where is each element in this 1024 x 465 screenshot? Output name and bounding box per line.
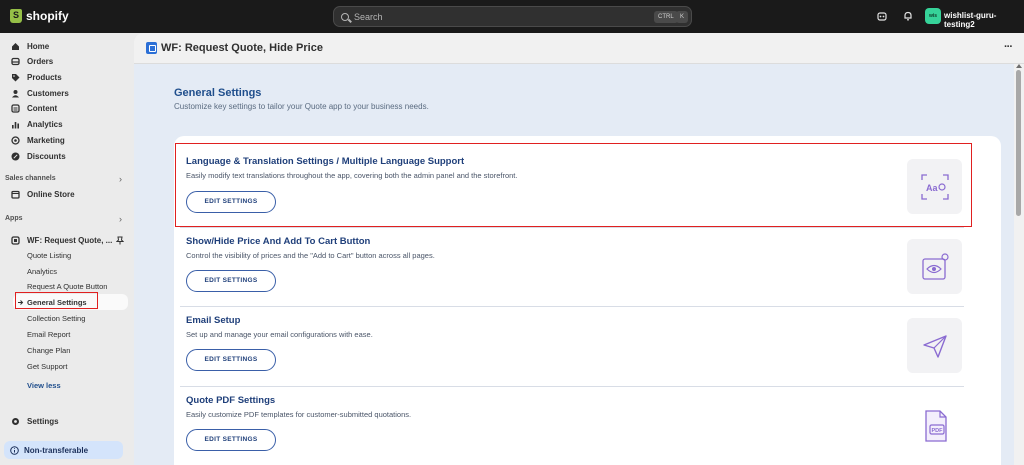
app-header: WF: Request Quote, Hide Price ···	[134, 33, 1024, 64]
eye-settings-icon	[921, 252, 949, 280]
shortcut-ctrl: CTRL	[654, 11, 678, 23]
svg-text:PDF: PDF	[931, 428, 943, 434]
search-placeholder: Search	[354, 11, 383, 22]
bell-icon[interactable]	[903, 11, 913, 21]
nav-content[interactable]: Content	[11, 101, 57, 115]
nav-analytics[interactable]: Analytics	[11, 117, 63, 131]
setting-desc: Set up and manage your email configurati…	[186, 330, 373, 339]
subnav-get-support[interactable]: Get Support	[27, 362, 67, 371]
shopify-bag-icon	[10, 9, 22, 23]
sales-channels-label[interactable]: Sales channels	[5, 175, 56, 182]
chevron-right-icon[interactable]: ›	[119, 214, 122, 224]
nav-orders[interactable]: Orders	[11, 54, 53, 68]
search-bar[interactable]: Search CTRL K	[333, 6, 692, 27]
store-icon	[11, 190, 20, 199]
subnav-analytics[interactable]: Analytics	[27, 267, 57, 276]
chart-icon	[12, 121, 19, 128]
setting-show-hide-price: Show/Hide Price And Add To Cart Button C…	[186, 236, 966, 260]
nav-analytics-label: Analytics	[27, 119, 63, 129]
subnav-email-report[interactable]: Email Report	[27, 330, 70, 339]
edit-settings-button[interactable]: EDIT SETTINGS	[186, 349, 276, 371]
nav-app[interactable]: WF: Request Quote, ...	[11, 233, 112, 247]
nav-marketing-label: Marketing	[27, 135, 65, 145]
more-icon[interactable]: ···	[1004, 41, 1013, 53]
setting-quote-pdf: Quote PDF Settings Easily customize PDF …	[186, 395, 966, 419]
nav-content-label: Content	[27, 103, 58, 113]
pin-icon[interactable]	[116, 236, 124, 245]
shortcut-k: K	[676, 11, 689, 23]
apps-label[interactable]: Apps	[5, 215, 23, 222]
divider	[180, 386, 964, 387]
nav-customers[interactable]: Customers	[11, 86, 69, 100]
view-less-link[interactable]: View less	[27, 381, 61, 390]
brand-name: shopify	[26, 9, 69, 23]
nav-customers-label: Customers	[27, 88, 69, 98]
edit-settings-button[interactable]: EDIT SETTINGS	[186, 429, 276, 451]
divider	[180, 306, 964, 307]
setting-desc: Easily customize PDF templates for custo…	[186, 410, 412, 419]
nav-marketing[interactable]: Marketing	[11, 133, 65, 147]
nav-home-label: Home	[27, 41, 50, 51]
store-avatar[interactable]: wis	[925, 8, 941, 24]
person-icon	[12, 89, 19, 97]
nav-online-store-label: Online Store	[27, 189, 75, 199]
scroll-thumb[interactable]	[1016, 70, 1021, 216]
nav-app-label: WF: Request Quote, ...	[27, 235, 113, 245]
annotation-highlight-sidebar	[15, 292, 98, 309]
setting-title: Quote PDF Settings	[186, 395, 276, 406]
nav-home[interactable]: Home	[11, 39, 49, 53]
scroll-up-arrow[interactable]	[1016, 64, 1022, 68]
non-transferable-label: Non-transferable	[24, 445, 89, 455]
non-transferable-badge[interactable]: Non-transferable	[4, 441, 123, 459]
app-icon	[11, 235, 20, 245]
scrollbar[interactable]	[1014, 64, 1024, 465]
annotation-highlight-setting	[175, 143, 972, 227]
nav-settings[interactable]: Settings	[11, 414, 59, 428]
nav-online-store[interactable]: Online Store	[11, 187, 75, 201]
nav-discounts-label: Discounts	[27, 151, 66, 161]
gear-icon	[12, 417, 19, 425]
setting-thumb	[907, 239, 962, 294]
chevron-right-icon[interactable]: ›	[119, 174, 122, 184]
setting-title: Email Setup	[186, 315, 241, 326]
discount-icon	[11, 152, 20, 160]
setting-desc: Control the visibility of prices and the…	[186, 251, 435, 260]
subnav-change-plan[interactable]: Change Plan	[27, 346, 70, 355]
page-subtitle: Customize key settings to tailor your Qu…	[174, 102, 429, 111]
nav-products[interactable]: Products	[11, 70, 62, 84]
setting-email-setup: Email Setup Set up and manage your email…	[186, 315, 966, 339]
nav-settings-label: Settings	[27, 416, 59, 426]
search-icon	[341, 12, 349, 21]
subnav-quote-listing[interactable]: Quote Listing	[27, 251, 71, 260]
subnav-collection-setting[interactable]: Collection Setting	[27, 314, 85, 323]
setting-thumb	[907, 318, 962, 373]
nav-discounts[interactable]: Discounts	[11, 149, 66, 163]
setting-title: Show/Hide Price And Add To Cart Button	[186, 236, 371, 247]
pdf-icon: PDF	[924, 409, 947, 442]
page-title: General Settings	[174, 87, 262, 99]
divider	[180, 227, 964, 228]
app-title: WF: Request Quote, Hide Price	[161, 42, 323, 54]
info-icon	[10, 445, 19, 455]
target-icon	[11, 135, 20, 145]
top-bar: shopify Search CTRL K wis wishlist-guru-…	[0, 0, 1024, 33]
edit-settings-button[interactable]: EDIT SETTINGS	[186, 270, 276, 292]
content-icon	[11, 103, 20, 113]
send-icon	[922, 334, 947, 358]
home-icon	[12, 42, 19, 50]
store-name[interactable]: wishlist-guru-testing2	[944, 11, 1024, 29]
setting-thumb: PDF	[907, 398, 962, 453]
orders-icon	[11, 57, 20, 65]
nav-orders-label: Orders	[27, 56, 54, 66]
subnav-request-quote-button[interactable]: Request A Quote Button	[27, 282, 107, 291]
tag-icon	[12, 73, 20, 81]
shopify-logo[interactable]: shopify	[10, 9, 69, 23]
nav-products-label: Products	[27, 72, 62, 82]
app-logo-icon	[146, 42, 157, 54]
sidekick-icon[interactable]	[877, 11, 887, 21]
